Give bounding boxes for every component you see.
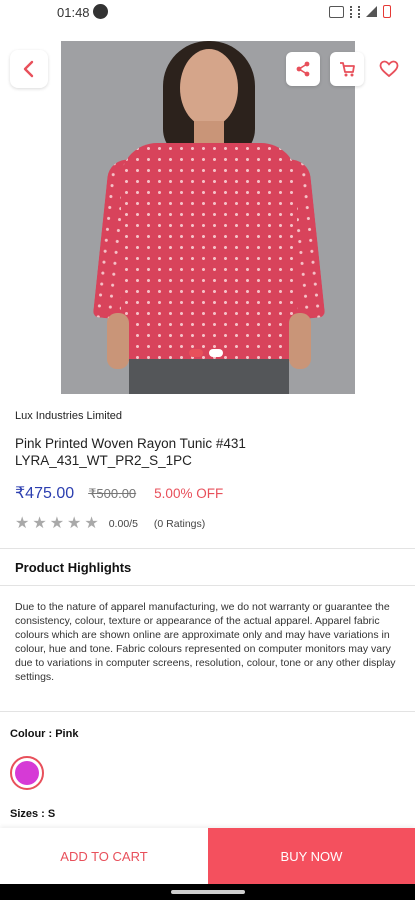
wishlist-button[interactable] xyxy=(372,52,406,86)
status-time: 01:48 xyxy=(57,5,90,20)
share-icon xyxy=(296,61,310,77)
colour-swatch-fill xyxy=(15,761,39,785)
status-icons xyxy=(329,5,391,18)
star-icon: ★ xyxy=(32,515,47,532)
model-face xyxy=(180,49,238,127)
home-gesture-handle[interactable] xyxy=(171,890,245,894)
divider xyxy=(0,548,415,549)
star-icon: ★ xyxy=(15,515,30,532)
cart-button[interactable] xyxy=(330,52,364,86)
rating-row: ★ ★ ★ ★ ★ 0.00/5 (0 Ratings) xyxy=(15,516,205,532)
call-icon xyxy=(93,4,108,19)
star-icon: ★ xyxy=(49,515,65,532)
status-bar: 01:48 xyxy=(0,0,415,26)
highlights-text: Due to the nature of apparel manufacturi… xyxy=(15,601,396,683)
model-hand-right xyxy=(289,313,311,369)
rating-count: (0 Ratings) xyxy=(153,518,206,530)
divider xyxy=(0,711,415,712)
original-price: ₹500.00 xyxy=(88,486,137,501)
model-pants xyxy=(129,359,289,394)
discount-badge: 5.00% OFF xyxy=(154,486,224,501)
highlights-title: Product Highlights xyxy=(15,560,132,575)
rating-value: 0.00/5 xyxy=(108,518,138,530)
carousel-dot-1[interactable] xyxy=(189,349,203,357)
star-icon: ★ xyxy=(84,515,99,532)
back-button[interactable] xyxy=(10,50,48,88)
cart-icon xyxy=(340,62,355,77)
wifi-icon xyxy=(350,5,360,18)
buy-now-button[interactable]: BUY NOW xyxy=(208,828,415,884)
chevron-left-icon xyxy=(23,60,34,78)
sizes-label: Sizes : S xyxy=(10,808,56,820)
model-tunic xyxy=(121,143,297,361)
star-rating: ★ ★ ★ ★ ★ xyxy=(15,516,99,532)
data-saver-icon xyxy=(329,5,344,18)
selling-price: ₹475.00 xyxy=(15,485,75,502)
carousel-indicator xyxy=(189,349,223,357)
model-hand-left xyxy=(107,313,129,369)
share-button[interactable] xyxy=(286,52,320,86)
brand-name: Lux Industries Limited xyxy=(15,410,122,422)
signal-icon xyxy=(366,6,377,17)
product-title: Pink Printed Woven Rayon Tunic #431 LYRA… xyxy=(15,436,246,468)
colour-label: Colour : Pink xyxy=(10,728,79,740)
bottom-action-bar: ADD TO CART BUY NOW xyxy=(0,828,415,884)
battery-icon xyxy=(383,5,391,18)
carousel-dot-2[interactable] xyxy=(209,349,223,357)
add-to-cart-button[interactable]: ADD TO CART xyxy=(0,828,208,884)
heart-icon xyxy=(379,60,399,78)
system-navigation-bar xyxy=(0,884,415,900)
price-row: ₹475.00 ₹500.00 5.00% OFF xyxy=(15,483,223,503)
colour-swatch-pink[interactable] xyxy=(10,756,44,790)
product-image[interactable] xyxy=(61,41,355,394)
star-icon: ★ xyxy=(67,515,82,532)
divider xyxy=(0,585,415,586)
